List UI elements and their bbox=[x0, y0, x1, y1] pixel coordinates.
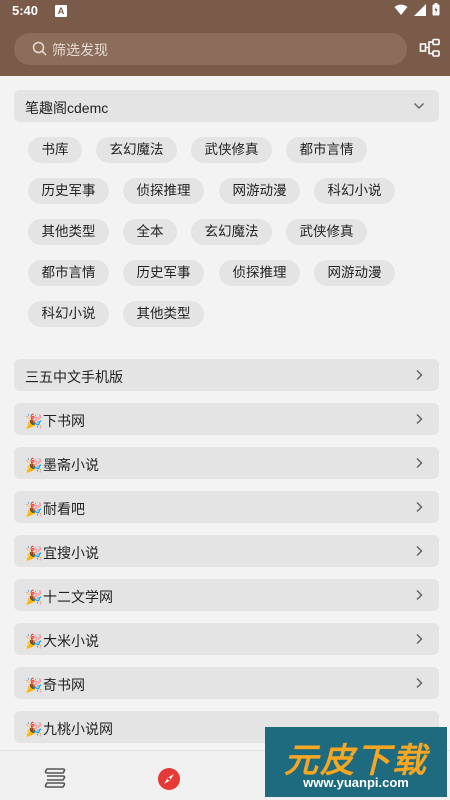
category-chip[interactable]: 科幻小说 bbox=[28, 301, 109, 327]
search-icon bbox=[32, 41, 47, 56]
source-label: 十二文学网 bbox=[43, 589, 113, 605]
category-chip[interactable]: 其他类型 bbox=[28, 219, 109, 245]
compass-icon[interactable] bbox=[157, 767, 181, 791]
toolbar: 筛选发现 bbox=[0, 22, 450, 76]
source-label: 大米小说 bbox=[43, 633, 99, 649]
wifi-icon bbox=[394, 4, 408, 15]
status-time: 5:40 bbox=[12, 3, 39, 18]
chevron-right-icon bbox=[416, 501, 423, 513]
source-label: 宜搜小说 bbox=[43, 545, 99, 561]
party-popper-icon: 🎉 bbox=[25, 721, 43, 737]
source-label: 三五中文手机版 bbox=[25, 369, 123, 385]
source-list-item[interactable]: 🎉墨斋小说 bbox=[14, 447, 439, 479]
chevron-right-icon bbox=[416, 413, 423, 425]
chevron-right-icon bbox=[416, 545, 423, 557]
category-chip[interactable]: 武侠修真 bbox=[191, 137, 272, 163]
source-list-item[interactable]: 🎉大米小说 bbox=[14, 623, 439, 655]
source-label: 九桃小说网 bbox=[43, 721, 113, 737]
category-chip[interactable]: 侦探推理 bbox=[123, 178, 204, 204]
chevron-right-icon bbox=[416, 589, 423, 601]
party-popper-icon: 🎉 bbox=[25, 589, 43, 605]
party-popper-icon: 🎉 bbox=[25, 413, 43, 429]
chevron-right-icon bbox=[416, 633, 423, 645]
party-popper-icon: 🎉 bbox=[25, 457, 43, 473]
category-chip[interactable]: 都市言情 bbox=[286, 137, 367, 163]
source-structure-icon[interactable] bbox=[419, 38, 441, 60]
source-list-item[interactable]: 🎉下书网 bbox=[14, 403, 439, 435]
source-list-item[interactable]: 🎉奇书网 bbox=[14, 667, 439, 699]
watermark-logo: 元皮下载 www.yuanpi.com bbox=[265, 727, 447, 797]
party-popper-icon: 🎉 bbox=[25, 677, 43, 693]
category-chip[interactable]: 武侠修真 bbox=[286, 219, 367, 245]
category-chip[interactable]: 都市言情 bbox=[28, 260, 109, 286]
source-label: 下书网 bbox=[43, 413, 85, 429]
source-label: 奇书网 bbox=[43, 677, 85, 693]
source-label: 墨斋小说 bbox=[43, 457, 99, 473]
category-chip[interactable]: 玄幻魔法 bbox=[191, 219, 272, 245]
party-popper-icon: 🎉 bbox=[25, 501, 43, 517]
category-chip[interactable]: 网游动漫 bbox=[219, 178, 300, 204]
source-group-title: 笔趣阁cdemc bbox=[25, 100, 109, 116]
source-list-item[interactable]: 🎉耐看吧 bbox=[14, 491, 439, 523]
search-input[interactable]: 筛选发现 bbox=[14, 33, 407, 65]
notification-icon: A bbox=[55, 5, 67, 17]
watermark-url: www.yuanpi.com bbox=[303, 775, 409, 790]
battery-icon bbox=[432, 3, 440, 16]
category-chip[interactable]: 侦探推理 bbox=[219, 260, 300, 286]
category-chip[interactable]: 历史军事 bbox=[28, 178, 109, 204]
category-chip[interactable]: 书库 bbox=[28, 137, 82, 163]
source-list-item[interactable]: 🎉十二文学网 bbox=[14, 579, 439, 611]
signal-icon bbox=[414, 3, 426, 16]
chevron-down-icon bbox=[413, 102, 425, 110]
source-group-header[interactable]: 笔趣阁cdemc bbox=[14, 90, 439, 122]
party-popper-icon: 🎉 bbox=[25, 545, 43, 561]
status-bar: 5:40 A bbox=[0, 0, 450, 22]
party-popper-icon: 🎉 bbox=[25, 633, 43, 649]
category-chip[interactable]: 科幻小说 bbox=[314, 178, 395, 204]
status-icons bbox=[394, 3, 440, 16]
chevron-right-icon bbox=[416, 677, 423, 689]
source-list-item[interactable]: 🎉宜搜小说 bbox=[14, 535, 439, 567]
category-chip[interactable]: 网游动漫 bbox=[314, 260, 395, 286]
chevron-right-icon bbox=[416, 457, 423, 469]
category-chip[interactable]: 历史军事 bbox=[123, 260, 204, 286]
category-chip[interactable]: 其他类型 bbox=[123, 301, 204, 327]
source-label: 耐看吧 bbox=[43, 501, 85, 517]
chevron-right-icon bbox=[416, 369, 423, 381]
source-list-item[interactable]: 三五中文手机版 bbox=[14, 359, 439, 391]
category-chip[interactable]: 玄幻魔法 bbox=[96, 137, 177, 163]
category-chip[interactable]: 全本 bbox=[123, 219, 177, 245]
bookshelf-icon[interactable] bbox=[43, 767, 67, 789]
search-placeholder: 筛选发现 bbox=[52, 42, 108, 58]
